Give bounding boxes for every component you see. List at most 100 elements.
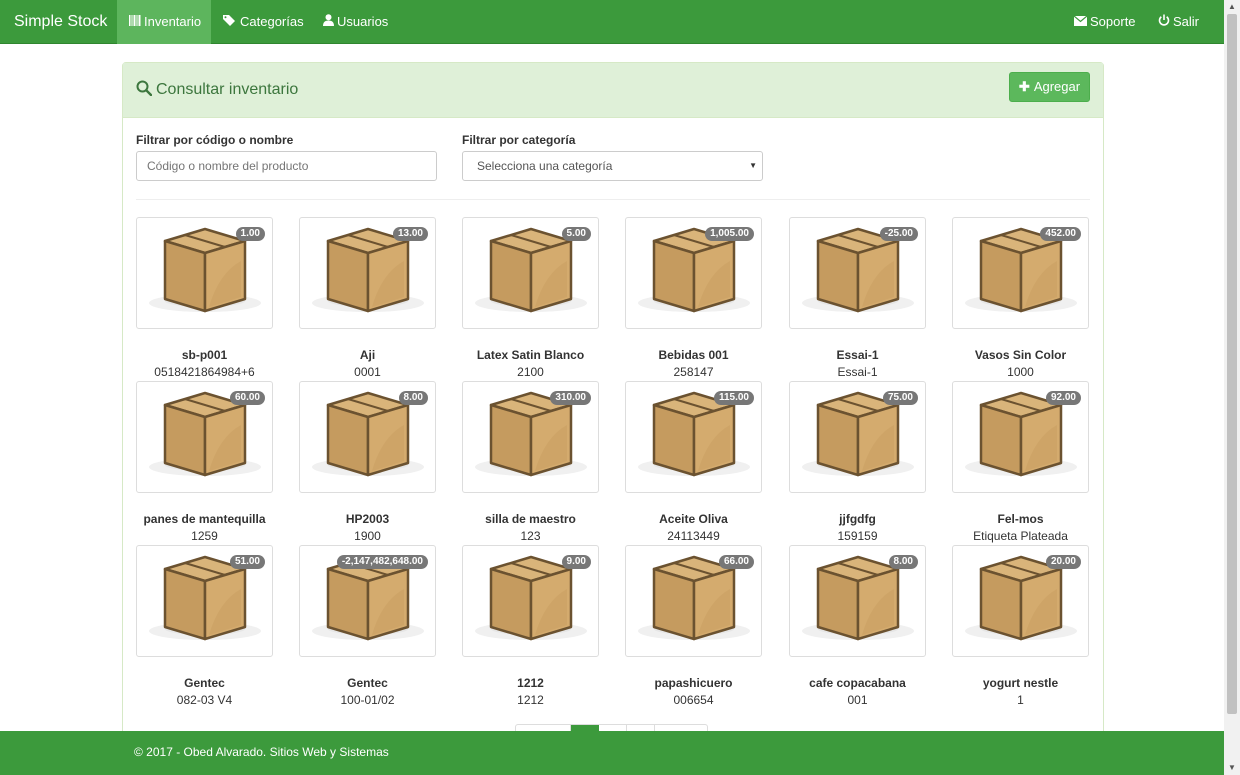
- product-thumbnail[interactable]: 1,005.00: [625, 217, 762, 329]
- page-scrollbar[interactable]: ▲ ▼: [1224, 0, 1240, 775]
- product-thumbnail[interactable]: 66.00: [625, 545, 762, 657]
- product-code: 0518421864984+6: [154, 365, 255, 379]
- product-code: 1: [1017, 693, 1024, 707]
- product-thumbnail[interactable]: 20.00: [952, 545, 1089, 657]
- product-name[interactable]: Gentec: [279, 676, 456, 690]
- stock-badge: 66.00: [718, 555, 754, 569]
- product-thumbnail[interactable]: 51.00: [136, 545, 273, 657]
- user-icon: [323, 0, 334, 44]
- panel-title-text: Consultar inventario: [156, 81, 299, 98]
- product-thumbnail[interactable]: 452.00: [952, 217, 1089, 329]
- product-code: 006654: [673, 693, 714, 707]
- product-name[interactable]: silla de maestro: [442, 512, 619, 526]
- product-name[interactable]: yogurt nestle: [932, 676, 1109, 690]
- product-code: 24113449: [667, 529, 720, 543]
- stock-badge: 1.00: [235, 227, 265, 241]
- nav-item-salir[interactable]: Salir: [1158, 0, 1199, 44]
- brand-link[interactable]: Simple Stock: [14, 0, 107, 44]
- nav-label-salir: Salir: [1173, 14, 1200, 29]
- product-name[interactable]: Aji: [279, 348, 456, 362]
- stock-badge: 60.00: [229, 391, 265, 405]
- tags-icon: [223, 0, 237, 44]
- filter-divider: [136, 199, 1090, 200]
- product-name[interactable]: HP2003: [279, 512, 456, 526]
- nav-item-soporte[interactable]: Soporte: [1073, 0, 1136, 44]
- footer-text: © 2017 - Obed Alvarado. Sitios Web y Sis…: [134, 745, 389, 759]
- envelope-icon: [1073, 0, 1088, 44]
- nav-label-usuarios: Usuarios: [337, 14, 389, 29]
- product-name[interactable]: Aceite Oliva: [605, 512, 782, 526]
- filter-code-input[interactable]: [136, 151, 437, 181]
- product-name[interactable]: sb-p001: [116, 348, 293, 362]
- product-code: 123: [520, 529, 541, 543]
- product-name[interactable]: panes de mantequilla: [116, 512, 293, 526]
- page-footer: © 2017 - Obed Alvarado. Sitios Web y Sis…: [0, 731, 1224, 775]
- product-code: 1900: [354, 529, 381, 543]
- product-name[interactable]: Essai-1: [769, 348, 946, 362]
- stock-badge: 20.00: [1045, 555, 1081, 569]
- product-name[interactable]: Vasos Sin Color: [932, 348, 1109, 362]
- stock-badge: 9.00: [561, 555, 591, 569]
- caret-down-icon: ▼: [749, 161, 757, 170]
- product-code: Essai-1: [837, 365, 878, 379]
- product-name[interactable]: jjfgdfg: [769, 512, 946, 526]
- product-name[interactable]: Fel-mos: [932, 512, 1109, 526]
- product-thumbnail[interactable]: 8.00: [299, 381, 436, 493]
- stock-badge: 5.00: [561, 227, 591, 241]
- product-code: 258147: [673, 365, 714, 379]
- product-thumbnail[interactable]: 13.00: [299, 217, 436, 329]
- product-thumbnail[interactable]: 1.00: [136, 217, 273, 329]
- stock-badge: 310.00: [550, 391, 591, 405]
- product-thumbnail[interactable]: 60.00: [136, 381, 273, 493]
- product-name[interactable]: papashicuero: [605, 676, 782, 690]
- product-code: 1000: [1007, 365, 1034, 379]
- nav-item-inventario[interactable]: Inventario: [117, 0, 211, 44]
- nav-item-usuarios[interactable]: Usuarios: [323, 0, 388, 44]
- filter-code-label: Filtrar por código o nombre: [136, 133, 294, 147]
- product-name[interactable]: Gentec: [116, 676, 293, 690]
- product-code: 159159: [837, 529, 878, 543]
- add-button-label: Agregar: [1033, 79, 1081, 94]
- top-navbar: Simple Stock Inventario Categorías Usuar…: [0, 0, 1224, 44]
- product-thumbnail[interactable]: 9.00: [462, 545, 599, 657]
- filter-category-select[interactable]: Selecciona una categoría ▼: [462, 151, 763, 181]
- product-name[interactable]: 1212: [442, 676, 619, 690]
- nav-label-soporte: Soporte: [1090, 14, 1136, 29]
- product-name[interactable]: cafe copacabana: [769, 676, 946, 690]
- stock-badge: 92.00: [1045, 391, 1081, 405]
- product-code: 1259: [191, 529, 218, 543]
- product-code: 082-03 V4: [176, 693, 233, 707]
- product-thumbnail[interactable]: 8.00: [789, 545, 926, 657]
- product-thumbnail[interactable]: 5.00: [462, 217, 599, 329]
- product-thumbnail[interactable]: 310.00: [462, 381, 599, 493]
- plus-icon: ✚: [1018, 79, 1030, 94]
- product-code: 001: [847, 693, 868, 707]
- nav-item-categorias[interactable]: Categorías: [223, 0, 304, 44]
- product-thumbnail[interactable]: 75.00: [789, 381, 926, 493]
- product-thumbnail[interactable]: -25.00: [789, 217, 926, 329]
- product-thumbnail[interactable]: 115.00: [625, 381, 762, 493]
- stock-badge: 115.00: [713, 391, 754, 405]
- product-name[interactable]: Latex Satin Blanco: [442, 348, 619, 362]
- stock-badge: 13.00: [392, 227, 428, 241]
- nav-label-categorias: Categorías: [240, 14, 304, 29]
- product-code: 0001: [354, 365, 381, 379]
- product-thumbnail[interactable]: -2,147,482,648.00: [299, 545, 436, 657]
- product-code: Etiqueta Plateada: [973, 529, 1068, 543]
- product-thumbnail[interactable]: 92.00: [952, 381, 1089, 493]
- panel-title: Consultar inventario: [136, 80, 298, 101]
- panel-heading: Consultar inventario ✚ Agregar: [123, 63, 1103, 118]
- scroll-down-arrow-icon[interactable]: ▼: [1224, 761, 1240, 775]
- barcode-icon: [129, 0, 141, 44]
- product-code: 100-01/02: [340, 693, 395, 707]
- stock-badge: 452.00: [1040, 227, 1081, 241]
- product-name[interactable]: Bebidas 001: [605, 348, 782, 362]
- product-code: 2100: [517, 365, 544, 379]
- stock-badge: -2,147,482,648.00: [336, 555, 428, 569]
- power-icon: [1158, 0, 1170, 44]
- scroll-up-arrow-icon[interactable]: ▲: [1224, 0, 1240, 14]
- add-product-button[interactable]: ✚ Agregar: [1009, 72, 1090, 102]
- scroll-thumb[interactable]: [1227, 14, 1237, 714]
- stock-badge: -25.00: [879, 227, 918, 241]
- stock-badge: 51.00: [229, 555, 265, 569]
